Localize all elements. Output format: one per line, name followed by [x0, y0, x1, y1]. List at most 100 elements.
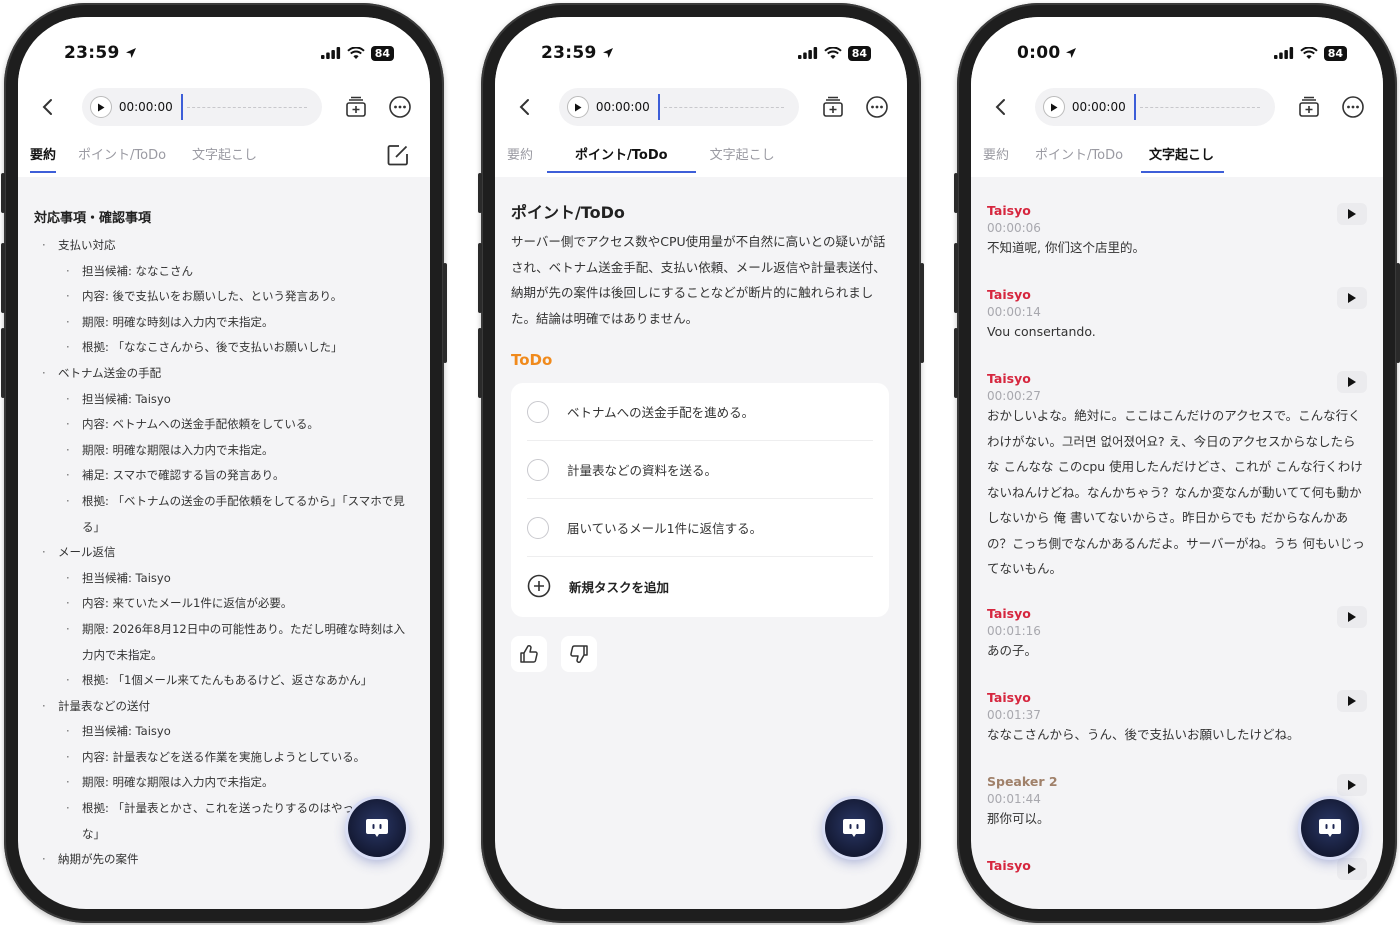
thumbs-down-button[interactable] — [561, 636, 597, 672]
todo-text[interactable]: 計量表などの資料を送る。 — [567, 460, 717, 479]
tab-transcript[interactable]: 文字起こし — [192, 142, 257, 171]
segment-play-button[interactable] — [1337, 371, 1367, 393]
segment-play-button[interactable] — [1337, 690, 1367, 712]
more-button[interactable] — [1339, 93, 1367, 121]
segment-play-button[interactable] — [1337, 287, 1367, 309]
battery-indicator: 84 — [847, 45, 871, 61]
wifi-icon — [823, 46, 842, 59]
segment-play-button[interactable] — [1337, 606, 1367, 628]
layers-plus-icon — [346, 96, 367, 117]
status-bar: 23:59 84 — [541, 41, 871, 65]
segment-play-button[interactable] — [1337, 203, 1367, 225]
points-body: サーバー側でアクセス数やCPU使用量が不自然に高いとの疑いが話され、ベトナム送金… — [511, 234, 886, 326]
tab-points-todo[interactable]: ポイント/ToDo — [547, 142, 696, 173]
thumbs-down-icon — [570, 645, 588, 664]
waveform[interactable] — [1139, 106, 1260, 108]
summary-item: 内容: 後で支払いをお願いした、という発言あり。 — [34, 284, 414, 310]
thumbs-up-button[interactable] — [511, 636, 547, 672]
playback-time: 00:00:00 — [1071, 100, 1126, 114]
audio-player: 00:00:00 — [1034, 88, 1276, 126]
transcript-text: おかしいよな。絶対に。ここはこんだけのアクセスで。こんな行くわけがない。그러면 … — [987, 408, 1365, 576]
back-button[interactable] — [511, 93, 539, 121]
playhead[interactable] — [180, 94, 183, 120]
summary-item: 担当候補: Taisyo — [34, 719, 414, 745]
transcript-entry: Taisyo — [987, 858, 1367, 880]
play-icon — [1348, 612, 1356, 622]
screen: 23:59 84 00:00:00 — [495, 17, 907, 909]
add-to-collection-button[interactable] — [342, 93, 370, 121]
tab-summary[interactable]: 要約 — [30, 142, 57, 173]
timestamp[interactable]: 00:00:27 — [987, 389, 1367, 403]
todo-item: 計量表などの資料を送る。 — [527, 441, 873, 499]
summary-item: 根拠: 「ななこさんから、後で支払いお願いした」 — [34, 335, 414, 361]
segment-play-button[interactable] — [1337, 774, 1367, 796]
waveform[interactable] — [186, 106, 307, 108]
tab-points-todo[interactable]: ポイント/ToDo — [1035, 142, 1123, 171]
wifi-icon — [1299, 46, 1318, 59]
transcript-text: あの子。 — [987, 643, 1038, 658]
tab-transcript[interactable]: 文字起こし — [1141, 142, 1225, 173]
play-icon — [97, 103, 105, 111]
todo-item: 届いているメール1件に返信する。 — [527, 499, 873, 557]
todo-text[interactable]: ベトナムへの送金手配を進める。 — [567, 402, 754, 421]
play-button[interactable] — [89, 96, 112, 118]
toolbar: 00:00:00 — [987, 87, 1367, 127]
tab-points-todo[interactable]: ポイント/ToDo — [78, 142, 166, 171]
chat-button[interactable] — [348, 799, 406, 857]
speaker-name: Speaker 2 — [987, 774, 1058, 789]
play-icon — [1050, 103, 1058, 111]
summary-item: 担当候補: Taisyo — [34, 387, 414, 413]
chat-bubble-icon — [843, 819, 865, 837]
audio-player: 00:00:00 — [81, 88, 323, 126]
summary-group: メール返信 — [34, 540, 414, 566]
tab-summary[interactable]: 要約 — [983, 142, 1009, 171]
play-button[interactable] — [1042, 96, 1065, 118]
back-button[interactable] — [34, 93, 62, 121]
more-button[interactable] — [863, 93, 891, 121]
todo-checkbox[interactable] — [527, 458, 549, 481]
status-bar: 0:00 84 — [1017, 41, 1347, 65]
speaker-name: Taisyo — [987, 858, 1031, 873]
back-button[interactable] — [987, 93, 1015, 121]
tab-transcript[interactable]: 文字起こし — [710, 142, 775, 171]
chat-button[interactable] — [825, 799, 883, 857]
play-icon — [1348, 209, 1356, 219]
timestamp[interactable]: 00:01:37 — [987, 708, 1367, 722]
transcript-entry: Taisyo 00:00:06 不知道呢, 你们这个店里的。 — [987, 203, 1367, 261]
playhead[interactable] — [657, 94, 660, 120]
add-to-collection-button[interactable] — [819, 93, 847, 121]
screen: 23:59 84 00:00:00 — [18, 17, 430, 909]
timestamp[interactable]: 00:00:14 — [987, 305, 1367, 319]
chat-button[interactable] — [1301, 799, 1359, 857]
playhead[interactable] — [1133, 94, 1136, 120]
more-button[interactable] — [386, 93, 414, 121]
timestamp[interactable]: 00:01:44 — [987, 792, 1367, 806]
play-button[interactable] — [566, 96, 589, 118]
thumbs-up-icon — [520, 644, 538, 663]
status-bar: 23:59 84 — [64, 41, 394, 65]
summary-title: 対応事項・確認事項 — [34, 211, 152, 226]
add-to-collection-button[interactable] — [1295, 93, 1323, 121]
edit-icon[interactable] — [386, 143, 410, 167]
add-task-button[interactable]: 新規タスクを追加 — [527, 557, 873, 615]
phone-points: 23:59 84 00:00:00 要約 ポイント/ToDo 文字起こし ポイン… — [478, 3, 924, 923]
segment-play-button[interactable] — [1337, 858, 1367, 880]
summary-item: 根拠: 「1個メール来てたんもあるけど、返さなあかん」 — [34, 668, 414, 694]
todo-checkbox[interactable] — [527, 400, 549, 423]
todo-heading: ToDo — [511, 351, 553, 369]
todo-text[interactable]: 届いているメール1件に返信する。 — [567, 518, 762, 537]
todo-checkbox[interactable] — [527, 516, 549, 539]
transcript-entry: Taisyo 00:00:27 おかしいよな。絶対に。ここはこんだけのアクセスで… — [987, 371, 1367, 582]
summary-group: 納期が先の案件 — [34, 847, 414, 873]
status-time: 23:59 — [541, 43, 597, 63]
location-arrow-icon — [1066, 48, 1077, 58]
waveform[interactable] — [663, 106, 784, 108]
tab-summary[interactable]: 要約 — [507, 142, 533, 171]
signal-icon — [320, 47, 340, 59]
transcript-text: ななこさんから、うん、後で支払いお願いしたけどね。 — [987, 727, 1300, 742]
phone-summary: 23:59 84 00:00:00 要約 ポイント/ToDo 文字起こし 対応事… — [1, 3, 447, 923]
timestamp[interactable]: 00:00:06 — [987, 221, 1367, 235]
location-arrow-icon — [602, 48, 613, 58]
summary-list: 支払い対応 担当候補: ななこさん 内容: 後で支払いをお願いした、という発言あ… — [34, 233, 414, 873]
timestamp[interactable]: 00:01:16 — [987, 624, 1367, 638]
